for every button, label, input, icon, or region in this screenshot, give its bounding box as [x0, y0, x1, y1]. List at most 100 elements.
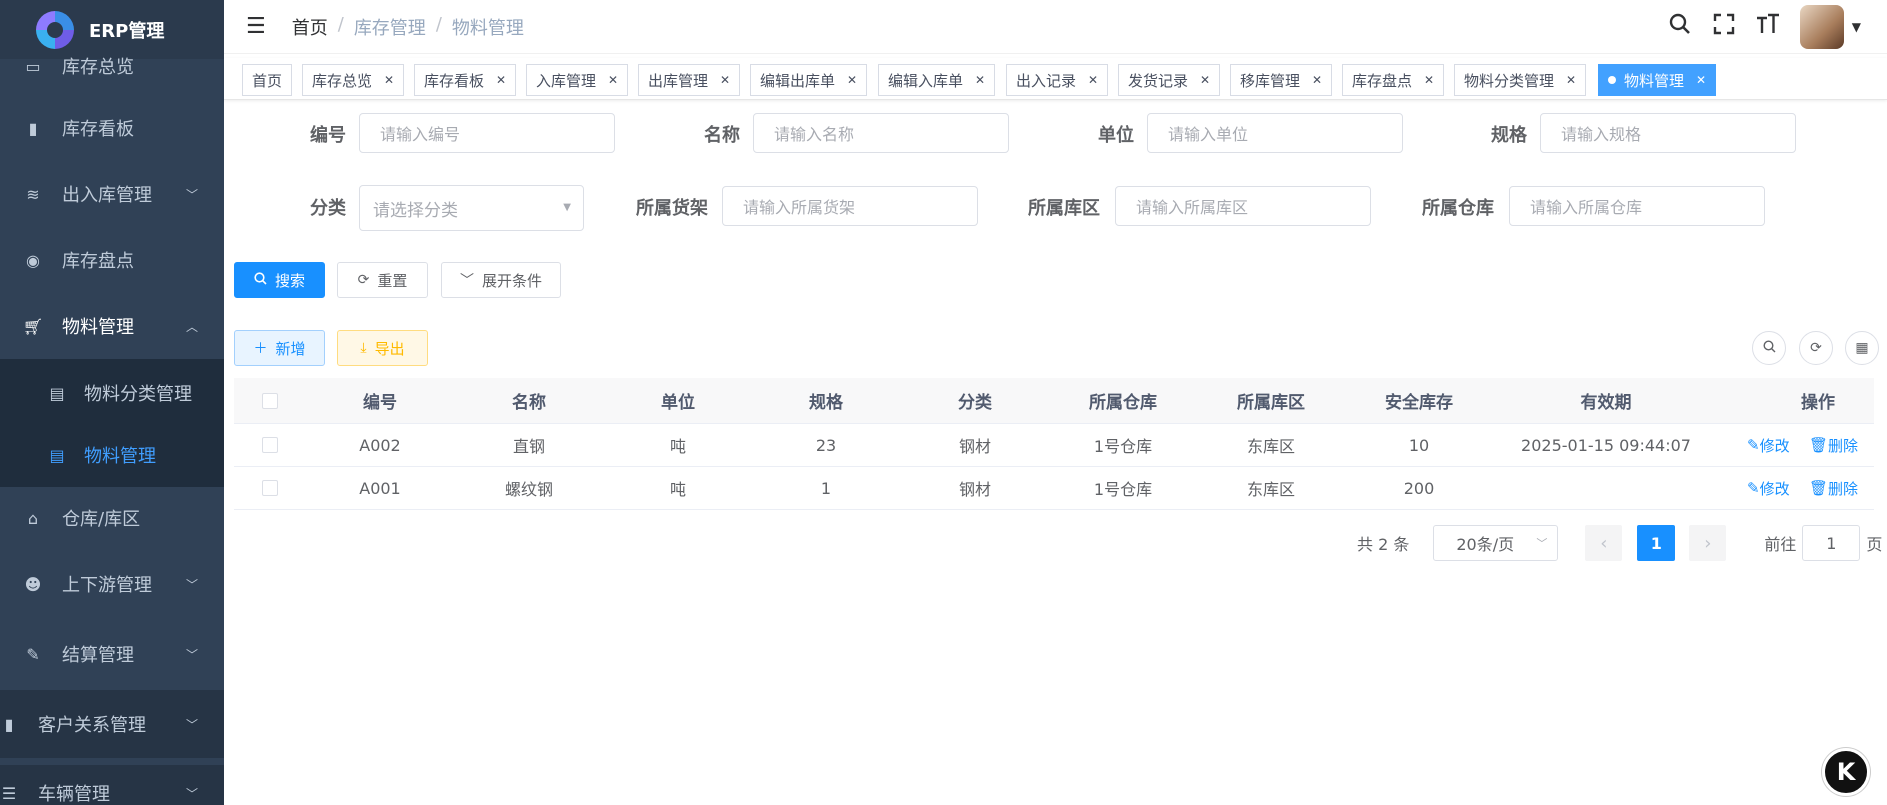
sidebar-item-label: 结算管理 [62, 645, 134, 666]
close-icon[interactable]: ✕ [720, 73, 730, 87]
fullscreen-icon[interactable] [1712, 13, 1736, 41]
sidebar-item-vehicle[interactable]: ☰ 车辆管理 ﹀ [0, 765, 224, 805]
tag-transfer[interactable]: 移库管理 ✕ [1230, 64, 1333, 96]
sidebar-item-crm[interactable]: ▮ 客户关系管理 ﹀ [0, 690, 224, 758]
export-button[interactable]: ⤓ 导出 [337, 330, 428, 366]
close-icon[interactable]: ✕ [1312, 73, 1322, 87]
columns-button[interactable]: ▦ [1845, 331, 1879, 365]
unit-input[interactable]: 请输入单位 [1147, 113, 1403, 153]
category-select[interactable]: 请选择分类 ▼ [359, 185, 584, 231]
breadcrumb-item[interactable]: 首页 [292, 14, 328, 40]
sidebar-item-label: 客户关系管理 [38, 715, 146, 736]
edit-button[interactable]: ✎ 修改 [1747, 435, 1790, 456]
tag-stocktake[interactable]: 库存盘点 ✕ [1342, 64, 1445, 96]
close-icon[interactable]: ✕ [1696, 73, 1706, 87]
sidebar-item-settlement[interactable]: ✎ 结算管理 ﹀ [0, 626, 224, 682]
caret-down-icon[interactable]: ▼ [1852, 20, 1861, 34]
search-icon[interactable] [1668, 13, 1692, 41]
sidebar-item-material[interactable]: 🛒︎ 物料管理 ︿ [0, 298, 224, 354]
close-icon[interactable]: ✕ [608, 73, 618, 87]
form-label-spec: 规格 [1491, 125, 1527, 146]
floating-k-button[interactable]: K [1822, 748, 1870, 796]
grid-icon: ▦ [1855, 340, 1869, 356]
input-placeholder: 请输入规格 [1561, 125, 1642, 144]
select-all-checkbox[interactable] [262, 392, 278, 409]
list-icon: ☰ [1, 783, 17, 803]
close-icon[interactable]: ✕ [384, 73, 394, 87]
page-size-select[interactable]: 20条/页 ﹀ [1433, 525, 1559, 561]
chevron-down-icon: ﹀ [185, 187, 198, 202]
sidebar-item-stocktake[interactable]: ◉ 库存盘点 [0, 232, 224, 288]
page-number[interactable]: 1 [1637, 525, 1676, 561]
spec-input[interactable]: 请输入规格 [1540, 113, 1796, 153]
sidebar-item-material-category[interactable]: ▤ 物料分类管理 [0, 365, 224, 421]
button-label: 重置 [377, 271, 408, 290]
tag-label: 物料管理 [1624, 71, 1685, 90]
close-icon[interactable]: ✕ [1088, 73, 1098, 87]
sidebar-item-upstream[interactable]: ☻ 上下游管理 ﹀ [0, 556, 224, 612]
name-input[interactable]: 请输入名称 [753, 113, 1009, 153]
toggle-search-button[interactable] [1752, 331, 1786, 365]
delete-label: 删除 [1828, 479, 1859, 498]
people-icon: ☻ [24, 574, 42, 594]
cell-warehouse: 1号仓库 [1093, 480, 1153, 499]
column-header: 所属仓库 [1089, 393, 1157, 413]
edit-button[interactable]: ✎ 修改 [1747, 478, 1790, 499]
delete-label: 删除 [1828, 436, 1859, 455]
tag-home[interactable]: 首页 [242, 64, 293, 96]
tags-view: 首页 库存总览 ✕ 库存看板 ✕ 入库管理 ✕ 出库管理 ✕ 编辑出库单 ✕ 编辑入库单 ✕… [224, 58, 1887, 100]
close-icon[interactable]: ✕ [975, 73, 985, 87]
column-header: 名称 [512, 393, 546, 413]
tag-inbound[interactable]: 入库管理 ✕ [526, 64, 629, 96]
tag-label: 编辑出库单 [760, 71, 836, 90]
code-input[interactable]: 请输入编号 [359, 113, 615, 153]
close-icon[interactable]: ✕ [496, 73, 506, 87]
prev-page-button[interactable]: ‹ [1585, 525, 1623, 561]
delete-button[interactable]: 🗑︎ 删除 [1809, 435, 1858, 456]
avatar[interactable] [1799, 5, 1844, 49]
tag-material-category[interactable]: 物料分类管理 ✕ [1454, 64, 1587, 96]
tag-edit-inbound[interactable]: 编辑入库单 ✕ [878, 64, 996, 96]
tag-material-manage[interactable]: 物料管理 ✕ [1598, 64, 1717, 96]
sidebar-item-inventory-overview[interactable]: ▭ 库存总览 [0, 48, 224, 84]
cell-expiry: 2025-01-15 09:44:07 [1521, 435, 1691, 455]
sidebar-item-inventory-board[interactable]: ▮ 库存看板 [0, 100, 224, 156]
zone-input[interactable]: 请输入所属库区 [1115, 186, 1371, 226]
delete-button[interactable]: 🗑︎ 删除 [1809, 478, 1858, 499]
refresh-button[interactable]: ⟳ [1799, 331, 1833, 365]
row-checkbox[interactable] [262, 480, 278, 496]
sidebar-item-warehouse[interactable]: ⌂ 仓库/库区 [0, 490, 224, 546]
row-checkbox[interactable] [262, 437, 278, 453]
tag-shipping-records[interactable]: 发货记录 ✕ [1118, 64, 1221, 96]
shelf-input[interactable]: 请输入所属货架 [722, 186, 978, 226]
cell-code: A001 [359, 478, 401, 498]
tag-outbound[interactable]: 出库管理 ✕ [638, 64, 741, 96]
close-icon[interactable]: ✕ [1200, 73, 1210, 87]
tag-inventory-board[interactable]: 库存看板 ✕ [414, 64, 517, 96]
hamburger-icon[interactable]: ☰ [246, 14, 266, 39]
header-tools: ▼ [1668, 0, 1887, 54]
close-icon[interactable]: ✕ [1424, 73, 1434, 87]
goto-page-input[interactable]: 1 [1802, 525, 1861, 561]
search-button[interactable]: 搜索 [234, 262, 325, 298]
expand-button[interactable]: ﹀ 展开条件 [441, 262, 561, 298]
close-icon[interactable]: ✕ [847, 73, 857, 87]
add-button[interactable]: ＋ 新增 [234, 330, 325, 366]
sidebar-item-material-manage[interactable]: ▤ 物料管理 [0, 427, 224, 483]
column-header: 操作 [1801, 393, 1835, 413]
cell-name: 螺纹钢 [504, 480, 553, 499]
sidebar-item-inout[interactable]: ≋ 出入库管理 ﹀ [0, 166, 224, 222]
tag-edit-outbound[interactable]: 编辑出库单 ✕ [750, 64, 868, 96]
font-size-icon[interactable] [1756, 13, 1780, 41]
close-icon[interactable]: ✕ [1566, 73, 1576, 87]
tag-label: 移库管理 [1240, 71, 1301, 90]
reset-button[interactable]: ⟳ 重置 [337, 262, 428, 298]
tag-inout-records[interactable]: 出入记录 ✕ [1006, 64, 1109, 96]
chevron-down-icon: ﹀ [185, 717, 198, 732]
tag-label: 库存总览 [312, 71, 373, 90]
next-page-button[interactable]: › [1689, 525, 1727, 561]
warehouse-input[interactable]: 请输入所属仓库 [1509, 186, 1765, 226]
doc-icon: ▤ [49, 445, 65, 465]
tag-inventory-overview[interactable]: 库存总览 ✕ [302, 64, 405, 96]
app-title: ERP管理 [89, 20, 165, 42]
